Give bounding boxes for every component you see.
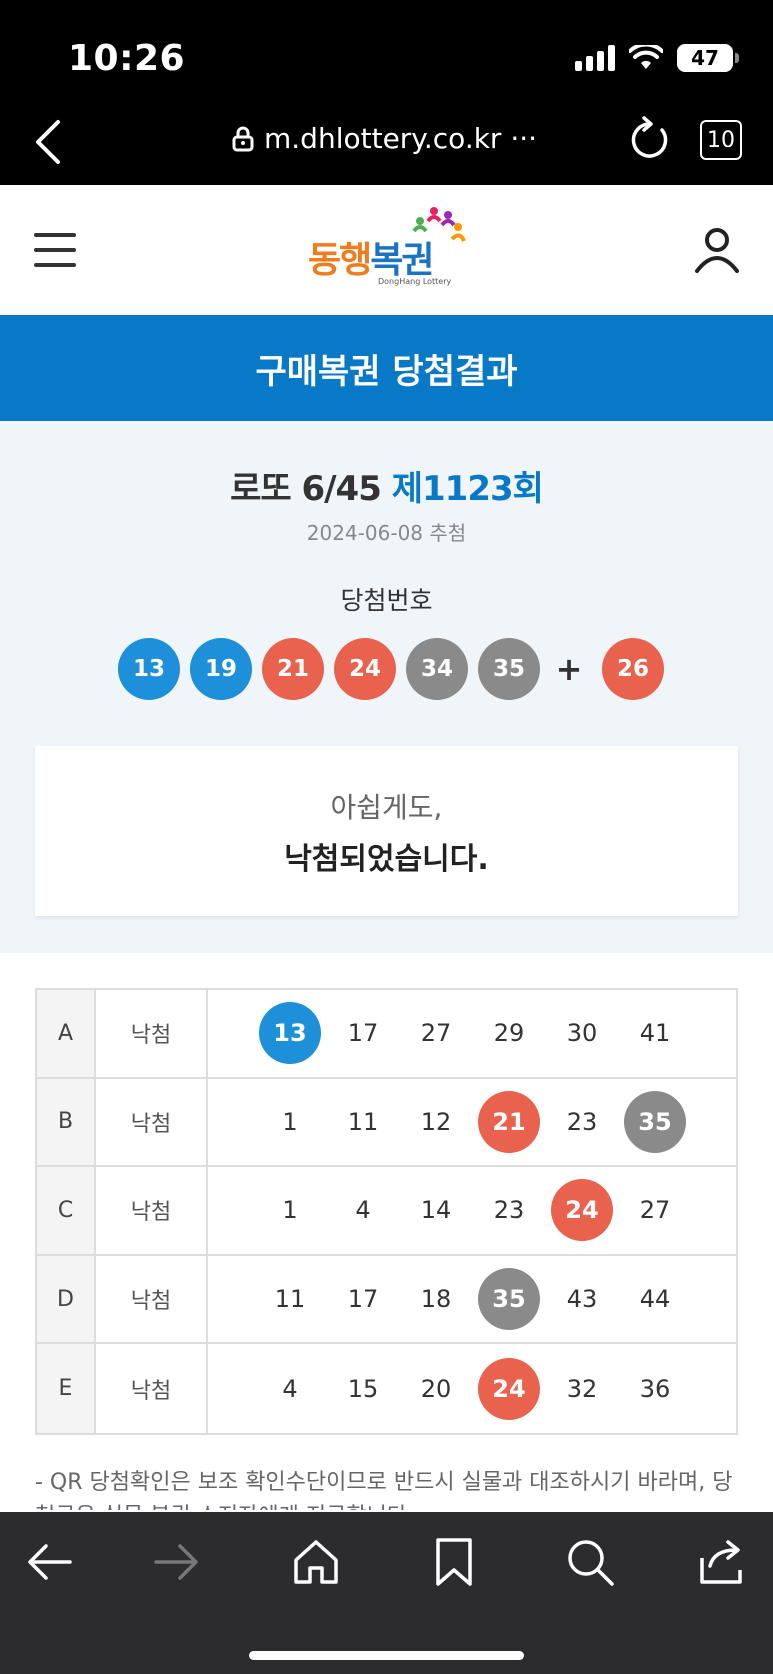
winning-ball: 21	[262, 638, 324, 700]
ticket-number: 18	[420, 1285, 452, 1314]
row-numbers: 1 4 14 23 24 27	[208, 1167, 736, 1254]
status-time: 10:26	[68, 38, 186, 79]
ticket-number: 17	[347, 1285, 379, 1314]
draw-round: 제1123회	[391, 469, 544, 509]
table-row: B 낙첨 1 11 12 21 23 35	[37, 1078, 736, 1168]
winning-ball: 35	[478, 638, 540, 700]
site-header: 동행복권 DongHang Lottery	[0, 185, 773, 315]
bookmark-icon[interactable]	[428, 1536, 480, 1588]
winning-ball: 24	[334, 638, 396, 700]
ticket-number: 35	[624, 1090, 686, 1153]
row-label: D	[37, 1255, 96, 1343]
url-bar: m.dhlottery.co.kr ··· 10	[0, 110, 773, 174]
ticket-number: 1	[282, 1107, 298, 1136]
winning-numbers-label: 당첨번호	[340, 586, 433, 615]
result-line-1: 아쉽게도,	[330, 791, 443, 824]
ticket-number: 32	[566, 1374, 598, 1403]
winning-numbers: 13 19 21 24 34 35 + 26	[118, 638, 674, 700]
notice-text: - QR 당첨확인은 보조 확인수단이므로 반드시 실물과 대조하시기 바라며,…	[35, 1470, 733, 1510]
table-row: A 낙첨 13 17 27 29 30 41	[37, 990, 736, 1079]
back-chevron-icon[interactable]	[28, 118, 68, 166]
row-label: E	[37, 1344, 96, 1433]
draw-result-section: 로또 6/45 제1123회 2024-06-08 추첨 당첨번호 13 19 …	[0, 421, 773, 953]
address-field[interactable]: m.dhlottery.co.kr ···	[232, 122, 537, 155]
ticket-number: 13	[259, 1002, 321, 1065]
row-status: 낙첨	[96, 1078, 208, 1166]
ticket-number: 41	[639, 1019, 671, 1048]
row-numbers: 13 17 27 29 30 41	[208, 990, 736, 1077]
ticket-number: 24	[478, 1357, 540, 1420]
ticket-number: 17	[347, 1019, 379, 1048]
browser-chrome: 10:26 47 m.dhlottery.co.kr ··· 10	[0, 0, 773, 185]
ticket-number: 27	[639, 1196, 671, 1225]
status-icons: 47	[575, 44, 739, 72]
logo-subtitle: DongHang Lottery	[378, 277, 452, 286]
row-numbers: 1 11 12 21 23 35	[208, 1079, 736, 1166]
share-icon[interactable]	[696, 1536, 748, 1588]
row-status: 낙첨	[96, 1344, 208, 1433]
ticket-number: 23	[566, 1107, 598, 1136]
winning-ball: 19	[190, 638, 252, 700]
search-icon[interactable]	[564, 1536, 616, 1588]
home-indicator	[249, 1651, 524, 1660]
table-row: C 낙첨 1 4 14 23 24 27	[37, 1167, 736, 1256]
home-icon[interactable]	[290, 1536, 342, 1588]
plus-sign: +	[555, 650, 583, 688]
ticket-number: 12	[420, 1107, 452, 1136]
battery-icon: 47	[677, 44, 739, 72]
page-title: 구매복권 당첨결과	[0, 315, 773, 421]
user-icon[interactable]	[692, 225, 742, 275]
ticket-number: 4	[282, 1374, 298, 1403]
row-status: 낙첨	[96, 990, 208, 1077]
row-numbers: 4 15 20 24 32 36	[208, 1344, 736, 1433]
ticket-number: 24	[551, 1179, 613, 1242]
result-message-card: 아쉽게도, 낙첨되었습니다.	[35, 746, 738, 916]
site-logo[interactable]: 동행복권 DongHang Lottery	[308, 205, 478, 295]
ticket-number: 11	[347, 1107, 379, 1136]
table-row: E 낙첨 4 15 20 24 32 36	[37, 1344, 736, 1433]
ticket-number: 29	[493, 1019, 525, 1048]
lock-icon	[232, 126, 254, 151]
url-text: m.dhlottery.co.kr ···	[264, 122, 538, 155]
ticket-number: 44	[639, 1285, 671, 1314]
ticket-number: 20	[420, 1374, 452, 1403]
row-label: A	[37, 990, 96, 1077]
result-line-2: 낙첨되었습니다.	[284, 842, 489, 877]
tabs-button[interactable]: 10	[700, 120, 742, 160]
ticket-number: 14	[420, 1196, 452, 1225]
row-numbers: 11 17 18 35 43 44	[208, 1256, 736, 1343]
ticket-number: 35	[478, 1268, 540, 1331]
ticket-number: 21	[478, 1090, 540, 1153]
ticket-number: 1	[282, 1196, 298, 1225]
ticket-number: 30	[566, 1019, 598, 1048]
draw-title: 로또 6/45 제1123회	[230, 469, 544, 509]
ticket-number: 11	[274, 1285, 306, 1314]
row-label: B	[37, 1078, 96, 1166]
back-arrow-icon[interactable]	[24, 1536, 76, 1588]
draw-date: 2024-06-08 추첨	[306, 521, 467, 545]
wifi-icon	[629, 45, 663, 69]
bonus-ball: 26	[602, 638, 664, 700]
logo-text: 동행복권	[308, 240, 435, 281]
row-status: 낙첨	[96, 1167, 208, 1254]
forward-arrow-icon[interactable]	[150, 1536, 202, 1588]
row-status: 낙첨	[96, 1255, 208, 1343]
ticket-number: 36	[639, 1374, 671, 1403]
browser-toolbar	[0, 1512, 773, 1674]
winning-ball: 13	[118, 638, 180, 700]
ticket-number: 4	[355, 1196, 371, 1225]
row-label: C	[37, 1167, 96, 1254]
ticket-number: 15	[347, 1374, 379, 1403]
cellular-signal-icon	[575, 45, 615, 71]
table-row: D 낙첨 11 17 18 35 43 44	[37, 1255, 736, 1345]
winning-ball: 34	[406, 638, 468, 700]
ticket-number: 43	[566, 1285, 598, 1314]
ticket-number: 27	[420, 1019, 452, 1048]
reload-icon[interactable]	[626, 116, 674, 164]
menu-icon[interactable]	[34, 233, 76, 267]
ticket-table: A 낙첨 13 17 27 29 30 41 B 낙첨 1 11 12 21 2…	[35, 988, 738, 1435]
ticket-number: 23	[493, 1196, 525, 1225]
